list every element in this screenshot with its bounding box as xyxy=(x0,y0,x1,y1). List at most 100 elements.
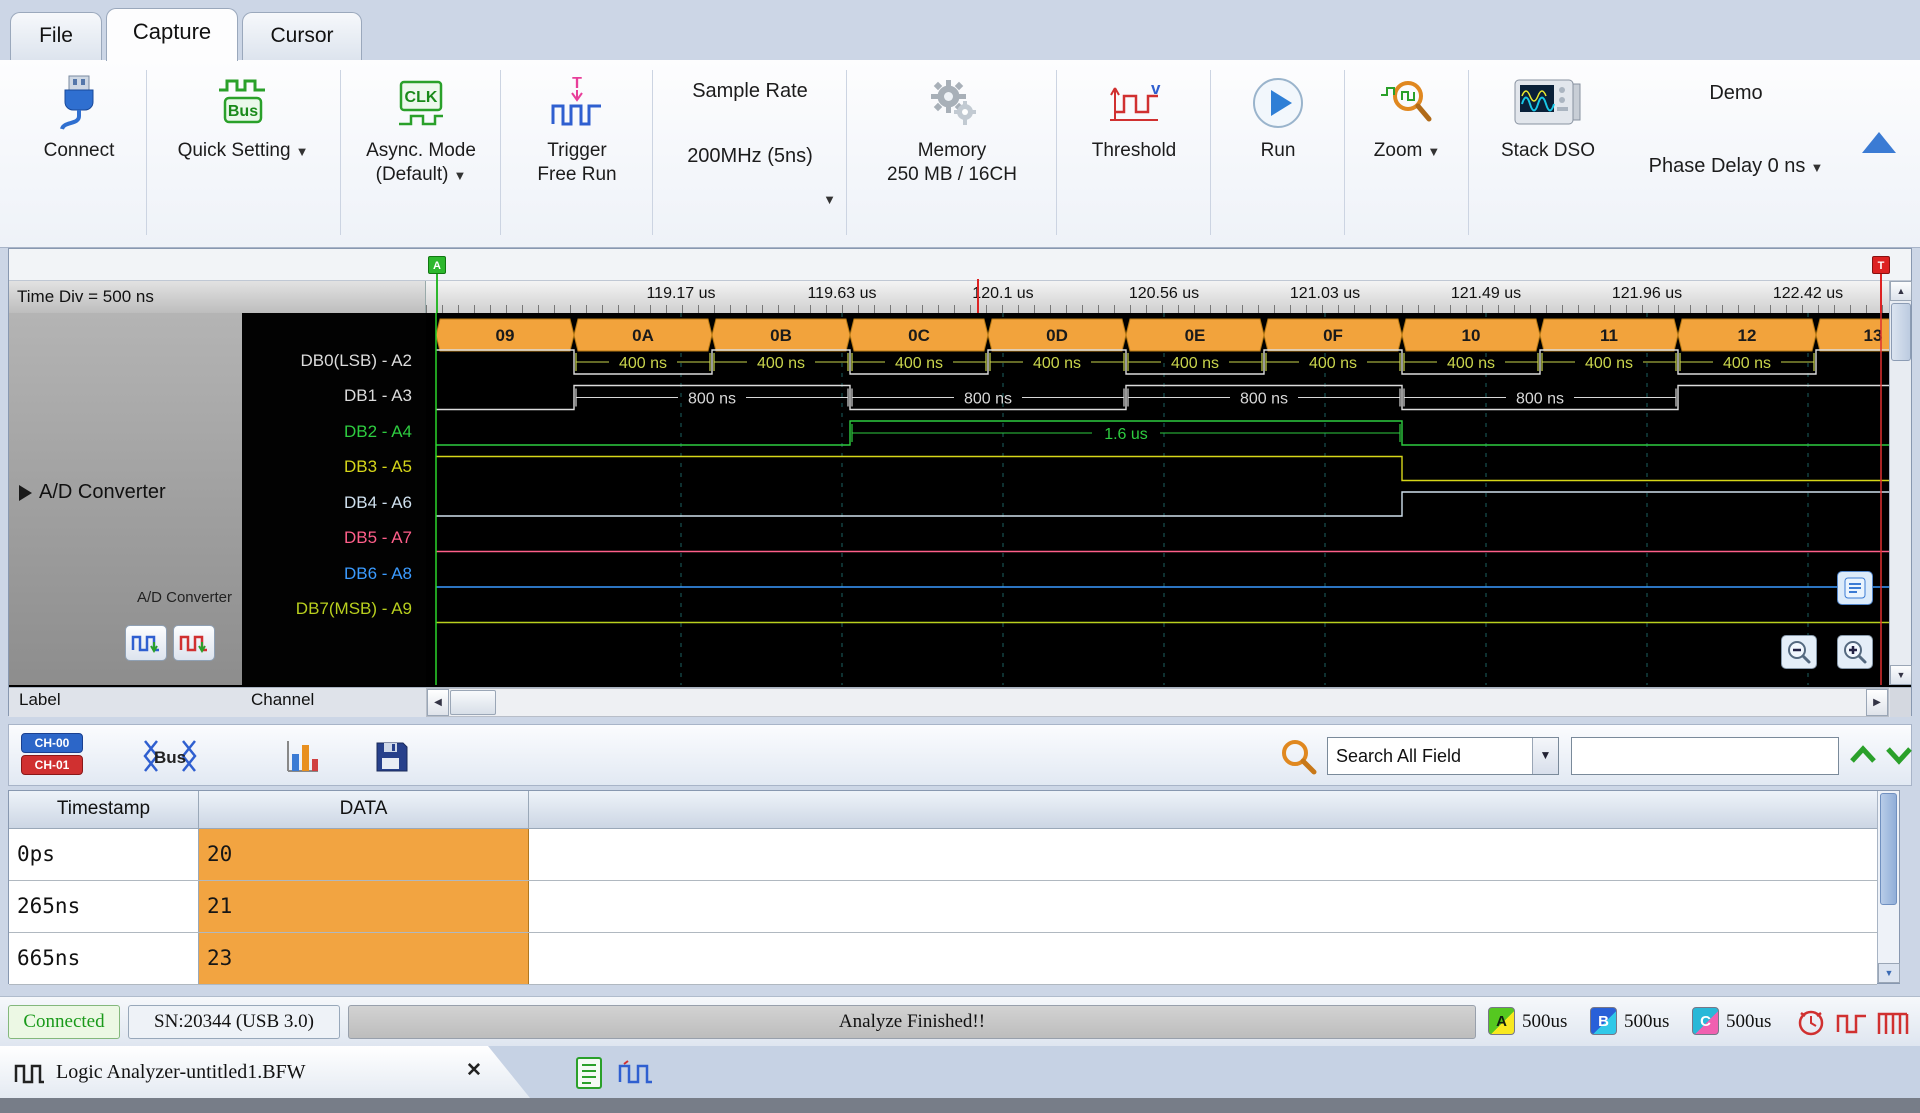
waveform-vertical-scrollbar[interactable]: ▲ ▼ xyxy=(1889,281,1911,685)
scrollbar-thumb[interactable] xyxy=(1880,793,1897,905)
table-row[interactable]: 665ns 23 xyxy=(9,933,1877,985)
marker-a-flag[interactable]: A xyxy=(428,256,446,274)
zoom-in-button[interactable] xyxy=(1837,635,1873,669)
stack-dso-label: Stack DSO xyxy=(1501,140,1595,162)
waveform-canvas[interactable]: 090A0B0C0D0E0F10111213400 ns400 ns400 ns… xyxy=(426,313,1889,685)
column-header-data[interactable]: DATA xyxy=(199,791,529,829)
tab-file[interactable]: File xyxy=(10,12,102,60)
scrollbar-thumb[interactable] xyxy=(1891,303,1911,361)
search-input[interactable] xyxy=(1571,737,1839,775)
quick-setting-button[interactable]: Bus Quick Setting▼ xyxy=(152,60,334,245)
note-tool-button[interactable] xyxy=(1837,571,1873,605)
trigger-button[interactable]: T Trigger Free Run xyxy=(506,60,648,245)
search-next-button[interactable] xyxy=(1883,739,1915,776)
statistics-button[interactable] xyxy=(281,735,323,782)
zoom-button[interactable]: Zoom▼ xyxy=(1350,60,1464,245)
demo-phase-button[interactable]: Demo Phase Delay 0 ns▼ xyxy=(1630,60,1842,245)
search-scope-dropdown[interactable]: Search All Field ▼ xyxy=(1327,737,1559,775)
dropdown-arrow-icon[interactable]: ▼ xyxy=(1532,738,1558,774)
cursor-b-badge[interactable]: B xyxy=(1590,1007,1617,1035)
channel-label[interactable]: DB3 - A5 xyxy=(344,457,412,479)
search-prev-button[interactable] xyxy=(1847,739,1879,776)
tab-capture[interactable]: Capture xyxy=(106,8,238,61)
cursor-a-badge[interactable]: A xyxy=(1488,1007,1515,1035)
channel-label[interactable]: DB6 - A8 xyxy=(344,564,412,586)
channel-label[interactable]: DB0(LSB) - A2 xyxy=(301,351,413,373)
memory-value: 250 MB / 16CH xyxy=(887,164,1017,186)
run-button[interactable]: Run xyxy=(1216,60,1340,245)
ch01-badge: CH-01 xyxy=(21,755,83,775)
cursor-c-badge[interactable]: C xyxy=(1692,1007,1719,1035)
group-title-label: A/D Converter xyxy=(39,481,166,504)
memory-title: Memory xyxy=(918,140,987,162)
table-row[interactable]: 0ps 20 xyxy=(9,829,1877,881)
bus-value: 10 xyxy=(1462,326,1481,345)
channel-label[interactable]: DB5 - A7 xyxy=(344,528,412,550)
sample-rate-button[interactable]: Sample Rate 200MHz (5ns) ▼ xyxy=(658,60,842,245)
bus-value: 0C xyxy=(908,326,930,345)
comb-icon[interactable] xyxy=(1876,1010,1910,1041)
timestamp-cell: 0ps xyxy=(9,829,199,880)
marker-t-flag[interactable]: T xyxy=(1872,256,1890,274)
listing-vertical-scrollbar[interactable]: ▼ xyxy=(1877,791,1899,983)
channel-label-panel: DB0(LSB) - A2 DB1 - A3 DB2 - A4 DB3 - A5… xyxy=(242,313,426,685)
dropdown-arrow-icon: ▼ xyxy=(823,192,836,207)
listing-toolbar: CH-00 CH-01 Bus xyxy=(8,724,1912,786)
search-scope-value: Search All Field xyxy=(1336,738,1461,774)
column-header-filler xyxy=(529,791,1877,829)
ruler-tick-label: 122.42 us xyxy=(1748,285,1868,303)
zoom-out-button[interactable] xyxy=(1781,635,1817,669)
time-ruler[interactable]: Time Div = 500 ns 119.17 us 119.63 us 12… xyxy=(9,281,1889,313)
channel-label[interactable]: DB2 - A4 xyxy=(344,422,412,444)
async-mode-button[interactable]: CLK Async. Mode (Default)▼ xyxy=(346,60,496,245)
status-bar: Connected SN:20344 (USB 3.0) Analyze Fin… xyxy=(0,996,1920,1046)
sample-rate-title: Sample Rate xyxy=(692,80,808,103)
toolbar-separator xyxy=(1056,70,1057,235)
svg-text:CLK: CLK xyxy=(405,89,438,106)
marker-t-line[interactable] xyxy=(1880,274,1882,313)
channel-label[interactable]: DB4 - A6 xyxy=(344,493,412,515)
marker-a-line[interactable] xyxy=(436,274,438,313)
collapse-group-icon[interactable] xyxy=(19,485,32,501)
scroll-down-arrow[interactable]: ▼ xyxy=(1890,665,1912,685)
clock-icon[interactable] xyxy=(1796,1007,1826,1042)
remove-waveform-button[interactable] xyxy=(173,625,215,661)
document-tab[interactable]: Logic Analyzer-untitled1.BFW ✕ xyxy=(0,1046,530,1098)
column-header-timestamp[interactable]: Timestamp xyxy=(9,791,199,829)
tab-cursor[interactable]: Cursor xyxy=(242,12,362,60)
channel-group-panel[interactable]: A/D Converter A/D Converter xyxy=(9,313,242,685)
connect-button[interactable]: Connect xyxy=(18,60,140,245)
measure-label: 800 ns xyxy=(1240,391,1288,408)
channel-list-button[interactable]: CH-00 CH-01 xyxy=(21,733,83,779)
cursor-tick[interactable] xyxy=(977,279,979,313)
measure-label: 800 ns xyxy=(1516,391,1564,408)
pulse-icon[interactable] xyxy=(1836,1010,1868,1041)
scrollbar-thumb[interactable] xyxy=(450,690,496,715)
report-list-icon[interactable] xyxy=(574,1056,604,1095)
measure-label: 400 ns xyxy=(1171,355,1219,372)
channel-label[interactable]: DB7(MSB) - A9 xyxy=(296,599,412,621)
svg-text:v: v xyxy=(1151,79,1161,98)
waveform-view-icon[interactable] xyxy=(618,1060,654,1091)
add-waveform-button[interactable] xyxy=(125,625,167,661)
channel-label[interactable]: DB1 - A3 xyxy=(344,386,412,408)
scroll-down-arrow[interactable]: ▼ xyxy=(1878,963,1900,983)
memory-button[interactable]: Memory 250 MB / 16CH xyxy=(852,60,1052,245)
close-document-icon[interactable]: ✕ xyxy=(466,1059,482,1082)
bus-value: 0B xyxy=(770,326,792,345)
waveform-horizontal-scrollbar[interactable]: ◀ ▶ xyxy=(426,688,1889,717)
bus-view-button[interactable]: Bus xyxy=(137,735,203,782)
scroll-right-arrow[interactable]: ▶ xyxy=(1866,689,1888,716)
stack-dso-button[interactable]: Stack DSO xyxy=(1474,60,1622,245)
channel-trace xyxy=(436,492,1889,516)
scroll-up-arrow[interactable]: ▲ xyxy=(1890,281,1912,301)
table-row[interactable]: 265ns 21 xyxy=(9,881,1877,933)
group-title[interactable]: A/D Converter xyxy=(19,481,166,504)
collapse-toolbar-icon[interactable] xyxy=(1862,132,1896,153)
save-list-button[interactable] xyxy=(373,738,411,781)
trigger-icon: T xyxy=(549,72,605,134)
scroll-left-arrow[interactable]: ◀ xyxy=(427,689,449,716)
threshold-button[interactable]: v Threshold xyxy=(1062,60,1206,245)
async-mode-value: (Default)▼ xyxy=(376,164,467,186)
ruler-tick-label: 119.63 us xyxy=(782,285,902,303)
